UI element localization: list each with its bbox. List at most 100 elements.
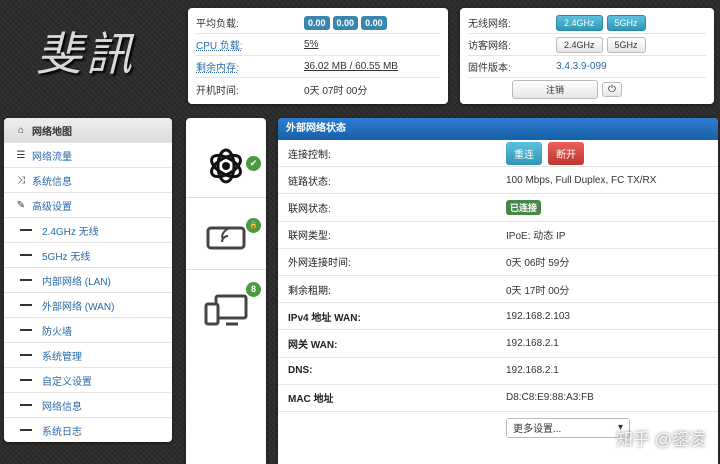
sidebar-item-custom[interactable]: 自定义设置 [4,368,172,393]
sidebar-item-wifi-24[interactable]: 2.4GHz 无线 [4,218,172,243]
sidebar-item-syslog[interactable]: 系统日志 [4,418,172,442]
sidebar-item-label: 2.4GHz 无线 [42,226,99,238]
connected-check-icon: ✔ [246,156,261,171]
sidebar-item-label: 系统管理 [42,351,82,363]
ipv4-label: IPv4 地址 WAN: [288,312,361,324]
disconnect-button[interactable]: 断开 [548,141,584,165]
sidebar-item-label: 防火墙 [42,326,72,338]
uptime-label: 开机时间: [196,85,239,97]
control-label: 连接控制: [288,149,331,161]
sidebar-item-label: 系统信息 [32,176,72,188]
load-15min: 0.00 [361,15,387,30]
dash-icon [20,354,32,356]
clients-node[interactable]: 8 [186,270,266,342]
sidebar-item-advanced[interactable]: ✎ 高级设置 [4,193,172,218]
uptime-row: 开机时间: 0天 07时 00分 [196,78,440,100]
dash-icon [20,229,32,231]
lease-value: 0天 17时 00分 [506,285,570,297]
sidebar-item-label: 网络流量 [32,151,72,163]
sidebar-item-label: 5GHz 无线 [42,251,91,263]
connection-control-row: 连接控制: 重连 断开 [278,140,718,168]
dns-value: 192.168.2.1 [506,365,559,377]
clients-count-badge: 8 [246,282,261,297]
guest-label: 访客网络: [468,41,511,52]
power-button[interactable]: ⏻ [602,81,622,97]
cpu-value: 5% [304,39,319,50]
shuffle-icon: ⤨ [17,174,25,186]
conn-time-label: 外网连接时间: [288,258,351,270]
type-label: 联网类型: [288,231,331,243]
wireless-node[interactable]: 🔒 [186,198,266,270]
reconnect-button[interactable]: 重连 [506,141,542,165]
sidebar-item-firewall[interactable]: 防火墙 [4,318,172,343]
more-settings-label: 更多设置... [513,424,562,436]
mac-label: MAC 地址 [288,394,334,406]
net-type-row: 联网类型: IPoE: 动态 IP [278,222,718,249]
action-row: 注销 ⏻ [468,78,706,100]
power-icon: ⏻ [608,83,616,95]
dns-row: DNS: 192.168.2.1 [278,358,718,385]
guest-row: 访客网络: 2.4GHz 5GHz [468,34,706,56]
net-status-row: 联网状态: 已连接 [278,194,718,222]
wifi-5ghz-button[interactable]: 5GHz [606,14,646,31]
conn-time-row: 外网连接时间: 0天 06时 59分 [278,249,718,276]
uptime-value: 0天 07时 00分 [304,85,368,97]
wan-status-header: 外部网络状态 [278,118,718,140]
ipv4-value: 192.168.2.103 [506,310,570,322]
dash-icon [20,379,32,381]
dns-label: DNS: [288,365,313,377]
load-5min: 0.00 [332,15,359,30]
sidebar-item-lan[interactable]: 内部网络 (LAN) [4,268,172,293]
memory-value: 36.02 MB / 60.55 MB [304,61,398,72]
guest-24ghz-button[interactable]: 2.4GHz [556,36,603,53]
link-status-row: 链路状态: 100 Mbps, Full Duplex, FC TX/RX [278,167,718,195]
link-value: 100 Mbps, Full Duplex, FC TX/RX [506,174,657,186]
sidebar-item-label: 自定义设置 [42,376,92,388]
net-label: 联网状态: [288,203,331,215]
sidebar-item-net-info[interactable]: 网络信息 [4,393,172,418]
wireless-device-icon [206,226,246,250]
sidebar-item-wifi-5[interactable]: 5GHz 无线 [4,243,172,268]
dash-icon [20,429,32,431]
sidebar-item-admin[interactable]: 系统管理 [4,343,172,368]
sidebar-item-label: 外部网络 (WAN) [42,301,115,313]
wifi-24ghz-button[interactable]: 2.4GHz [556,14,603,31]
memory-row: 剩余内存: 36.02 MB / 60.55 MB [196,56,440,78]
status-badge: 已连接 [506,199,542,215]
link-label: 链路状态: [288,176,331,188]
load-label: 平均负载: [196,19,239,30]
internet-node[interactable]: ✔ [186,126,266,198]
sidebar-item-system-info[interactable]: ⤨ 系统信息 [4,168,172,193]
wireless-panel: 无线网络: 2.4GHz 5GHz 访客网络: 2.4GHz 5GHz 固件版本… [460,8,714,104]
mac-value: D8:C8:E9:88:A3:FB [506,392,594,404]
dash-icon [20,404,32,406]
sidebar: ⌂ 网络地图 ☰ 网络流量 ⤨ 系统信息 ✎ 高级设置 2.4GHz 无线 5G… [4,118,172,442]
gateway-row: 网关 WAN: 192.168.2.1 [278,330,718,358]
system-status-panel: 平均负载: 0.00 0.00 0.00 CPU 负载: 5% 剩余内存: 36… [188,8,448,104]
network-map-nav: ✔ 🔒 8 [186,118,266,464]
clients-icon [204,294,248,326]
dash-icon [20,304,32,306]
sidebar-item-label: 内部网络 (LAN) [42,276,111,288]
dash-icon [20,329,32,331]
sidebar-item-label: 网络地图 [32,126,72,138]
lock-icon: 🔒 [246,218,261,233]
load-1min: 0.00 [304,15,330,30]
sidebar-item-traffic[interactable]: ☰ 网络流量 [4,143,172,168]
dash-icon [20,279,32,281]
more-settings-select[interactable]: 更多设置... ▾ [506,417,630,438]
wifi-row: 无线网络: 2.4GHz 5GHz [468,12,706,34]
memory-link[interactable]: 剩余内存: [196,59,304,74]
gateway-label: 网关 WAN: [288,339,338,351]
sidebar-item-wan[interactable]: 外部网络 (WAN) [4,293,172,318]
firmware-version-link[interactable]: 3.4.3.9-099 [556,61,607,72]
cpu-link[interactable]: CPU 负载: [196,37,304,52]
sidebar-item-label: 系统日志 [42,426,82,438]
guest-5ghz-button[interactable]: 5GHz [606,36,646,53]
sidebar-item-network-map[interactable]: ⌂ 网络地图 [4,118,172,143]
lease-label: 剩余租期: [288,285,331,297]
logout-button[interactable]: 注销 [512,79,598,99]
brand-logo: 斐訊 [36,27,136,81]
firmware-label: 固件版本: [468,63,511,74]
sidebar-item-label: 网络信息 [42,401,82,413]
